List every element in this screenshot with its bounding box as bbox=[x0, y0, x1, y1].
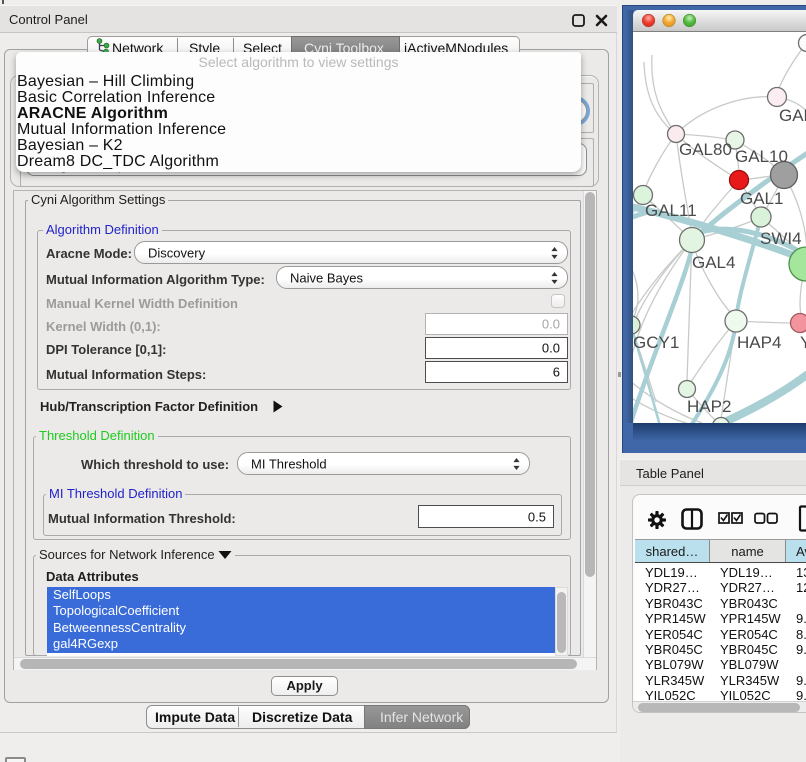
svg-text:Y: Y bbox=[800, 333, 806, 352]
svg-text:GAL11: GAL11 bbox=[645, 201, 697, 220]
svg-text:GAL1: GAL1 bbox=[740, 189, 783, 208]
svg-text:HAP2: HAP2 bbox=[687, 397, 731, 416]
svg-text:GAL10: GAL10 bbox=[735, 147, 788, 166]
svg-text:GCY1: GCY1 bbox=[633, 333, 679, 352]
svg-text:HAP4: HAP4 bbox=[737, 333, 781, 352]
svg-text:GAL4: GAL4 bbox=[692, 253, 735, 272]
svg-text:GAL80: GAL80 bbox=[679, 140, 732, 159]
svg-text:SWI4: SWI4 bbox=[760, 229, 802, 248]
svg-text:GAL7: GAL7 bbox=[779, 106, 806, 125]
